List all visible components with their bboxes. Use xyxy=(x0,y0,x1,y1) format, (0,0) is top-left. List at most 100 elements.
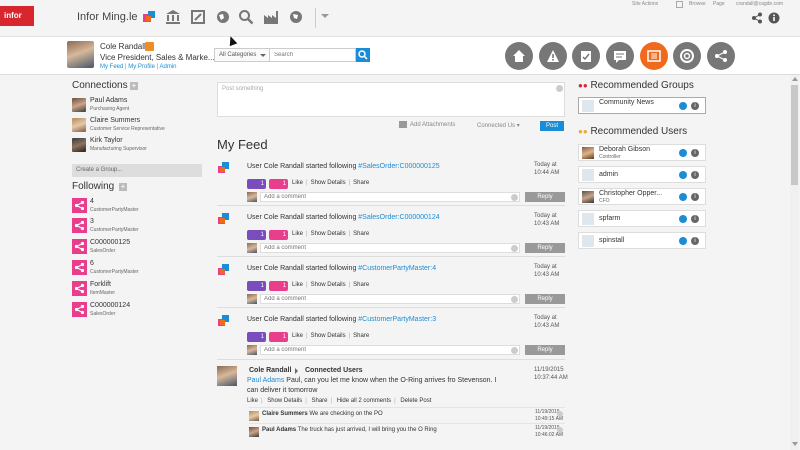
share-link[interactable]: Share xyxy=(353,231,369,237)
info-icon[interactable]: i xyxy=(691,102,699,110)
join-icon[interactable] xyxy=(679,102,687,110)
connect-icon[interactable] xyxy=(679,215,687,223)
show-details-link[interactable]: Show Details xyxy=(311,282,346,288)
clear-icon[interactable] xyxy=(511,194,518,201)
infor-logo[interactable]: infor xyxy=(0,6,34,26)
show-details-link[interactable]: Show Details xyxy=(267,398,302,404)
share-badge[interactable]: 1 xyxy=(269,230,288,240)
bank-icon[interactable] xyxy=(165,9,181,25)
info-icon[interactable] xyxy=(768,12,780,24)
entry-link[interactable]: #CustomerPartyMaster:4 xyxy=(358,265,436,272)
world-icon[interactable] xyxy=(288,9,304,25)
add-connection-icon[interactable]: + xyxy=(130,82,138,90)
search-icon[interactable] xyxy=(238,9,254,25)
comment-author[interactable]: Claire Summers xyxy=(262,411,308,417)
audience-select[interactable]: Connected Us ▾ xyxy=(477,122,520,129)
search-input[interactable] xyxy=(270,48,356,62)
comment-author[interactable]: Paul Adams xyxy=(262,427,296,433)
info-icon[interactable]: i xyxy=(691,149,699,157)
ming-le-app-icon[interactable] xyxy=(142,9,158,25)
entry-link[interactable]: #SalesOrder:C000000125 xyxy=(358,163,439,170)
create-group-button[interactable]: Create a Group... xyxy=(72,164,202,177)
my-feed-link[interactable]: My Feed xyxy=(100,64,123,70)
connect-icon[interactable] xyxy=(679,237,687,245)
post-button[interactable]: Post xyxy=(540,121,564,131)
user-email[interactable]: crandall@cagde.com xyxy=(736,1,783,7)
share-link[interactable]: Share xyxy=(353,180,369,186)
comment-input[interactable] xyxy=(260,345,520,355)
post-input[interactable]: Post something xyxy=(217,82,565,117)
search-button[interactable] xyxy=(356,48,370,62)
comment-input[interactable] xyxy=(260,192,520,202)
home-nav-button[interactable] xyxy=(505,42,533,70)
like-link[interactable]: Like xyxy=(292,333,303,339)
share-nav-button[interactable] xyxy=(707,42,735,70)
connect-icon[interactable] xyxy=(679,193,687,201)
hide-comments-link[interactable]: Hide all 2 comments xyxy=(337,398,391,404)
avatar[interactable] xyxy=(217,366,237,386)
share-link[interactable]: Share xyxy=(353,333,369,339)
export-icon[interactable] xyxy=(190,9,206,25)
clear-icon[interactable] xyxy=(511,245,518,252)
scroll-up-icon[interactable] xyxy=(792,77,798,81)
share-badge[interactable]: 1 xyxy=(269,281,288,291)
avatar[interactable] xyxy=(67,41,94,68)
my-profile-link[interactable]: My Profile xyxy=(128,64,155,70)
like-link[interactable]: Like xyxy=(247,398,258,404)
comment-input[interactable] xyxy=(260,243,520,253)
show-details-link[interactable]: Show Details xyxy=(311,231,346,237)
profile-name[interactable]: Cole Randall xyxy=(100,42,146,51)
like-link[interactable]: Like xyxy=(292,180,303,186)
delete-comment-icon[interactable] xyxy=(557,427,563,433)
page-icon[interactable] xyxy=(676,1,683,8)
post-author[interactable]: Cole Randall xyxy=(249,367,291,374)
reply-button[interactable]: Reply xyxy=(525,192,565,202)
browse-tab[interactable]: Browse xyxy=(689,1,706,7)
toolbar-dropdown-caret[interactable] xyxy=(321,14,329,18)
show-details-link[interactable]: Show Details xyxy=(311,333,346,339)
factory-icon[interactable] xyxy=(263,9,279,25)
delete-comment-icon[interactable] xyxy=(557,411,563,417)
clear-icon[interactable] xyxy=(511,347,518,354)
share-badge[interactable]: 1 xyxy=(269,332,288,342)
messages-nav-button[interactable] xyxy=(606,42,634,70)
tasks-nav-button[interactable] xyxy=(572,42,600,70)
share-badge[interactable]: 1 xyxy=(269,179,288,189)
user-card[interactable]: Christopher Opper... CFO i xyxy=(578,188,706,205)
reply-button[interactable]: Reply xyxy=(525,294,565,304)
admin-link[interactable]: Admin xyxy=(159,64,176,70)
globe-icon[interactable] xyxy=(215,9,231,25)
clear-icon[interactable] xyxy=(511,296,518,303)
scrollbar[interactable] xyxy=(790,75,799,450)
share-link[interactable]: Share xyxy=(312,398,328,404)
mention-link[interactable]: Paul Adams xyxy=(247,377,284,384)
share-icon[interactable] xyxy=(751,12,763,24)
info-icon[interactable]: i xyxy=(691,171,699,179)
connect-icon[interactable] xyxy=(679,149,687,157)
page-tab[interactable]: Page xyxy=(713,1,725,7)
info-icon[interactable]: i xyxy=(691,237,699,245)
user-card[interactable]: Deborah Gibson Controller i xyxy=(578,144,706,161)
post-target[interactable]: Connected Users xyxy=(305,367,363,374)
info-icon[interactable]: i xyxy=(691,215,699,223)
reply-button[interactable]: Reply xyxy=(525,243,565,253)
add-attachments-button[interactable]: Add Attachments xyxy=(399,121,455,128)
category-select[interactable]: All Categories xyxy=(214,48,270,62)
scroll-down-icon[interactable] xyxy=(792,442,798,446)
site-actions-link[interactable]: Site Actions xyxy=(632,1,658,7)
show-details-link[interactable]: Show Details xyxy=(311,180,346,186)
delete-post-link[interactable]: Delete Post xyxy=(400,398,431,404)
close-icon[interactable] xyxy=(556,85,563,92)
share-link[interactable]: Share xyxy=(353,282,369,288)
alerts-nav-button[interactable] xyxy=(539,42,567,70)
user-card[interactable]: admin i xyxy=(578,166,706,183)
task-badge[interactable]: 1 xyxy=(247,281,266,291)
help-nav-button[interactable] xyxy=(673,42,701,70)
scrollbar-thumb[interactable] xyxy=(791,85,798,185)
task-badge[interactable]: 1 xyxy=(247,230,266,240)
connect-icon[interactable] xyxy=(679,171,687,179)
task-badge[interactable]: 1 xyxy=(247,179,266,189)
entry-link[interactable]: #SalesOrder:C000000124 xyxy=(358,214,439,221)
like-link[interactable]: Like xyxy=(292,282,303,288)
comment-input[interactable] xyxy=(260,294,520,304)
